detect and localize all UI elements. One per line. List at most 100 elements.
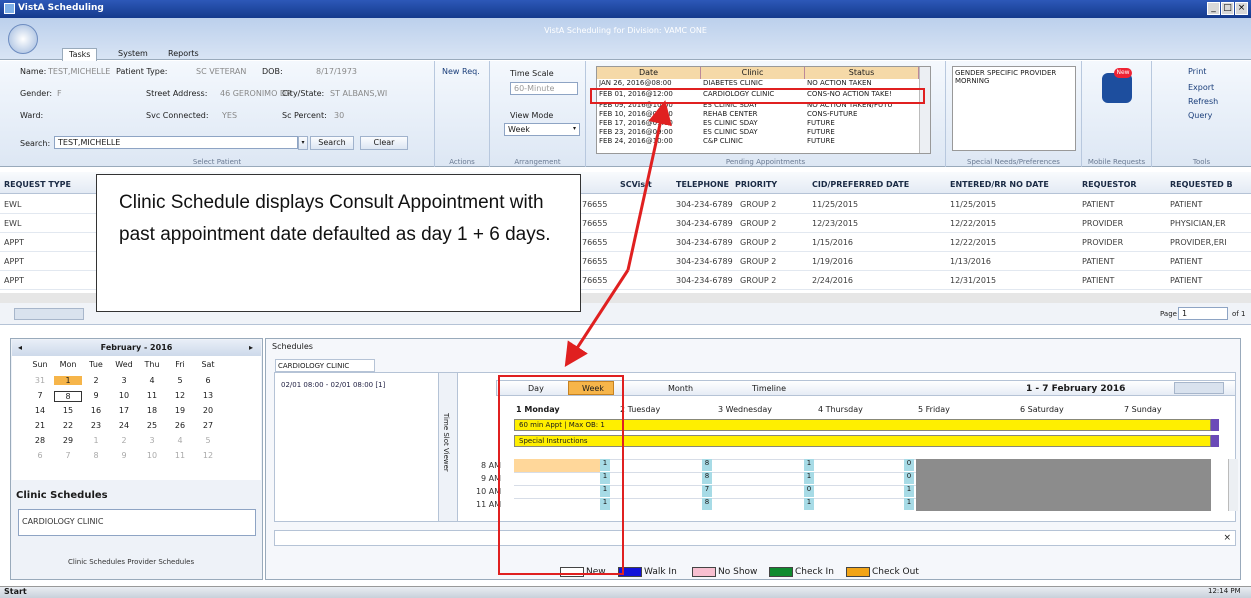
calendar-day[interactable]: 3: [138, 436, 166, 445]
calendar-day[interactable]: 10: [110, 391, 138, 400]
slot-range[interactable]: 02/01 08:00 - 02/01 08:00 [1]: [281, 381, 385, 389]
page-input[interactable]: 1: [1178, 307, 1228, 320]
calendar-day[interactable]: 15: [54, 406, 82, 415]
query-button[interactable]: Query: [1188, 111, 1212, 120]
col-entered-date[interactable]: ENTERED/RR NO DATE: [950, 180, 1049, 189]
calendar-day[interactable]: 22: [54, 421, 82, 430]
pending-header-date[interactable]: Date: [597, 67, 701, 79]
refresh-button[interactable]: Refresh: [1188, 97, 1218, 106]
schedule-type-tabs[interactable]: Clinic Schedules Provider Schedules: [68, 558, 194, 566]
search-dropdown-button[interactable]: ▾: [298, 136, 308, 150]
cell: 12/31/2015: [950, 276, 997, 285]
calendar-day[interactable]: 26: [166, 421, 194, 430]
arrangement-group-label: Arrangement: [514, 158, 561, 166]
calendar-day[interactable]: 6: [194, 376, 222, 385]
calendar-day[interactable]: 4: [138, 376, 166, 385]
calendar-day[interactable]: 9: [82, 391, 110, 400]
minimize-button[interactable]: _: [1207, 2, 1220, 15]
new-request-button[interactable]: New Req.: [442, 67, 480, 76]
calendar-day[interactable]: 6: [26, 451, 54, 460]
col-requested-by[interactable]: REQUESTED B: [1170, 180, 1233, 189]
calendar-day[interactable]: 7: [26, 391, 54, 400]
calendar-day[interactable]: 2: [82, 376, 110, 385]
time-scale-select[interactable]: 60-Minute: [510, 82, 578, 95]
print-button[interactable]: Print: [1188, 67, 1206, 76]
col-request-type[interactable]: REQUEST TYPE: [4, 180, 71, 189]
calendar-day[interactable]: 31: [26, 376, 54, 385]
pending-header-status[interactable]: Status: [805, 67, 919, 79]
calendar-day[interactable]: 5: [166, 376, 194, 385]
calendar-day[interactable]: 11: [166, 451, 194, 460]
col-requestor[interactable]: REQUESTOR: [1082, 180, 1137, 189]
calendar-day[interactable]: 17: [110, 406, 138, 415]
view-month[interactable]: Month: [668, 384, 693, 393]
calendar-day[interactable]: 2: [110, 436, 138, 445]
close-button[interactable]: ×: [1235, 2, 1248, 15]
col-telephone[interactable]: TELEPHONE: [676, 180, 729, 189]
calendar-day[interactable]: 20: [194, 406, 222, 415]
col-scvisit[interactable]: SCVisit: [620, 180, 652, 189]
tab-system[interactable]: System: [112, 48, 154, 61]
calendar-day[interactable]: 14: [26, 406, 54, 415]
pending-row[interactable]: FEB 24, 2016@10:00 C&P CLINIC FUTURE: [599, 137, 921, 146]
calendar-day[interactable]: 9: [110, 451, 138, 460]
col-cid-preferred-date[interactable]: CID/PREFERRED DATE: [812, 180, 909, 189]
schedules-title: Schedules: [272, 342, 313, 351]
pending-appointments-list[interactable]: Date Clinic Status JAN 26, 2016@08:00 DIA…: [596, 66, 931, 154]
calendar-day[interactable]: 5: [194, 436, 222, 445]
tab-cardiology-clinic[interactable]: CARDIOLOGY CLINIC: [275, 359, 375, 372]
calendar-day[interactable]: 8: [54, 391, 82, 402]
calendar-day[interactable]: 1: [54, 376, 82, 385]
export-button[interactable]: Export: [1188, 83, 1214, 92]
calendar-day[interactable]: 16: [82, 406, 110, 415]
pending-scrollbar[interactable]: [919, 67, 930, 153]
calendar-day[interactable]: 1: [82, 436, 110, 445]
maximize-button[interactable]: □: [1221, 2, 1234, 15]
pending-row[interactable]: FEB 23, 2016@09:00 ES CLINIC SDAY FUTURE: [599, 128, 921, 137]
clinic-schedule-item[interactable]: CARDIOLOGY CLINIC: [18, 509, 256, 536]
calendar-day[interactable]: 21: [26, 421, 54, 430]
calendar-day[interactable]: 23: [82, 421, 110, 430]
view-mode-select[interactable]: Week ▾: [504, 123, 580, 136]
chevron-right-icon[interactable]: ▸: [249, 343, 253, 352]
dob-label: DOB:: [262, 67, 283, 76]
chevron-down-icon: ▾: [572, 125, 576, 132]
calendar-day[interactable]: 3: [110, 376, 138, 385]
calendar-day[interactable]: 11: [138, 391, 166, 400]
calendar-day[interactable]: 25: [138, 421, 166, 430]
start-button[interactable]: Start: [4, 587, 27, 596]
col-priority[interactable]: PRIORITY: [735, 180, 777, 189]
calendar-day[interactable]: 10: [138, 451, 166, 460]
view-timeline[interactable]: Timeline: [752, 384, 786, 393]
pending-header-clinic[interactable]: Clinic: [701, 67, 805, 79]
range-nav-buttons[interactable]: [1174, 382, 1224, 394]
schedule-vscrollbar[interactable]: [1228, 459, 1238, 511]
pending-status: FUTURE: [807, 119, 835, 127]
search-input[interactable]: TEST,MICHELLE: [54, 136, 298, 149]
calendar-day[interactable]: 27: [194, 421, 222, 430]
calendar-day[interactable]: 29: [54, 436, 82, 445]
clear-button[interactable]: Clear: [360, 136, 408, 150]
tab-tasks[interactable]: Tasks: [62, 48, 98, 61]
calendar-day[interactable]: 4: [166, 436, 194, 445]
calendar-weekday: Sun: [32, 360, 48, 369]
calendar-day[interactable]: 12: [166, 391, 194, 400]
search-label: Search:: [20, 139, 51, 148]
pending-row[interactable]: JAN 26, 2016@08:00 DIABETES CLINIC NO ACTI…: [599, 79, 921, 88]
cell: 11/25/2015: [950, 200, 997, 209]
pending-row[interactable]: FEB 17, 2016@09:00 ES CLINIC SDAY FUTURE: [599, 119, 921, 128]
pager-nav-buttons[interactable]: [14, 308, 84, 320]
time-slot-viewer-tab[interactable]: Time Slot Viewer: [438, 373, 458, 521]
calendar-day[interactable]: 12: [194, 451, 222, 460]
search-button[interactable]: Search: [310, 136, 354, 150]
calendar-day[interactable]: 18: [138, 406, 166, 415]
calendar-day[interactable]: 7: [54, 451, 82, 460]
pending-row[interactable]: FEB 10, 2016@09:00 REHAB CENTER CONS-FUTUR…: [599, 110, 921, 119]
calendar-day[interactable]: 28: [26, 436, 54, 445]
calendar-day[interactable]: 13: [194, 391, 222, 400]
calendar-day[interactable]: 19: [166, 406, 194, 415]
close-icon[interactable]: ×: [1223, 533, 1231, 543]
calendar-day[interactable]: 8: [82, 451, 110, 460]
calendar-day[interactable]: 24: [110, 421, 138, 430]
tab-reports[interactable]: Reports: [162, 48, 205, 61]
